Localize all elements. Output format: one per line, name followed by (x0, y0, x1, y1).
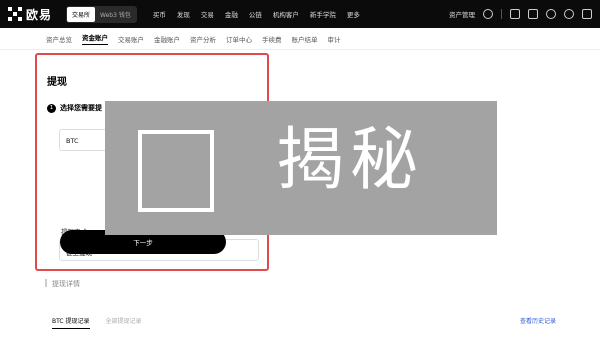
step-number-badge: 1 (47, 103, 56, 113)
okx-logo-icon (8, 7, 22, 21)
account-subnav: 资产总览 资金账户 交易账户 金融账户 资产分析 订单中心 手续费 账户结单 审… (0, 28, 600, 50)
subnav-order-center[interactable]: 订单中心 (226, 34, 252, 44)
nav-discover[interactable]: 发现 (177, 9, 190, 19)
logo[interactable]: 欧易 (8, 6, 52, 23)
nav-divider (501, 9, 502, 19)
subnav-asset-analysis[interactable]: 资产分析 (190, 34, 216, 44)
step-header: 1 选择您需要提 (47, 103, 102, 113)
tab-btc-records[interactable]: BTC 提现记录 (52, 316, 90, 329)
notification-icon[interactable] (528, 9, 538, 19)
user-icon[interactable] (483, 9, 493, 19)
support-icon[interactable] (546, 9, 556, 19)
subnav-fees[interactable]: 手续费 (262, 34, 282, 44)
details-marker (45, 279, 47, 287)
overlay-banner: 揭秘 (105, 101, 497, 235)
subnav-finance-account[interactable]: 金融账户 (154, 34, 180, 44)
nav-chain[interactable]: 公链 (249, 9, 262, 19)
theme-icon[interactable] (582, 9, 592, 19)
subnav-overview[interactable]: 资产总览 (46, 34, 72, 44)
nav-finance[interactable]: 金融 (225, 9, 238, 19)
withdraw-details-label[interactable]: 提现详情 (52, 279, 80, 289)
subnav-funding-account[interactable]: 资金账户 (82, 32, 108, 45)
tab-all-records[interactable]: 全部提现记录 (106, 316, 142, 329)
download-icon[interactable] (510, 9, 520, 19)
brand-name: 欧易 (26, 7, 53, 22)
nav-trade[interactable]: 交易 (201, 9, 214, 19)
overlay-square-icon (138, 130, 214, 212)
records-tabs: BTC 提现记录 全部提现记录 (52, 316, 142, 329)
overlay-title: 揭秘 (276, 121, 425, 200)
subnav-audit[interactable]: 审计 (328, 34, 341, 44)
mode-web3-button[interactable]: Web3 钱包 (95, 7, 136, 22)
page-title: 提现 (47, 77, 67, 88)
nav-right: 资产管理 (449, 0, 592, 28)
nav-more[interactable]: 更多 (347, 9, 360, 19)
nav-institutional[interactable]: 机构客户 (273, 9, 299, 19)
step-title: 选择您需要提 (60, 104, 102, 112)
nav-buy-crypto[interactable]: 买币 (153, 9, 166, 19)
view-history-link[interactable]: 查看历史记录 (520, 316, 556, 325)
globe-icon[interactable] (564, 9, 574, 19)
subnav-statements[interactable]: 账户结单 (292, 34, 318, 44)
asset-management-menu[interactable]: 资产管理 (449, 9, 475, 19)
subnav-trading-account[interactable]: 交易账户 (118, 34, 144, 44)
mode-exchange-button[interactable]: 交易所 (67, 6, 96, 22)
mode-toggle: 交易所 Web3 钱包 (66, 5, 137, 23)
nav-links: 买币 发现 交易 金融 公链 机构客户 新手学院 更多 (153, 9, 360, 19)
nav-academy[interactable]: 新手学院 (310, 9, 336, 19)
top-nav: 欧易 交易所 Web3 钱包 买币 发现 交易 金融 公链 机构客户 新手学院 … (0, 0, 600, 28)
